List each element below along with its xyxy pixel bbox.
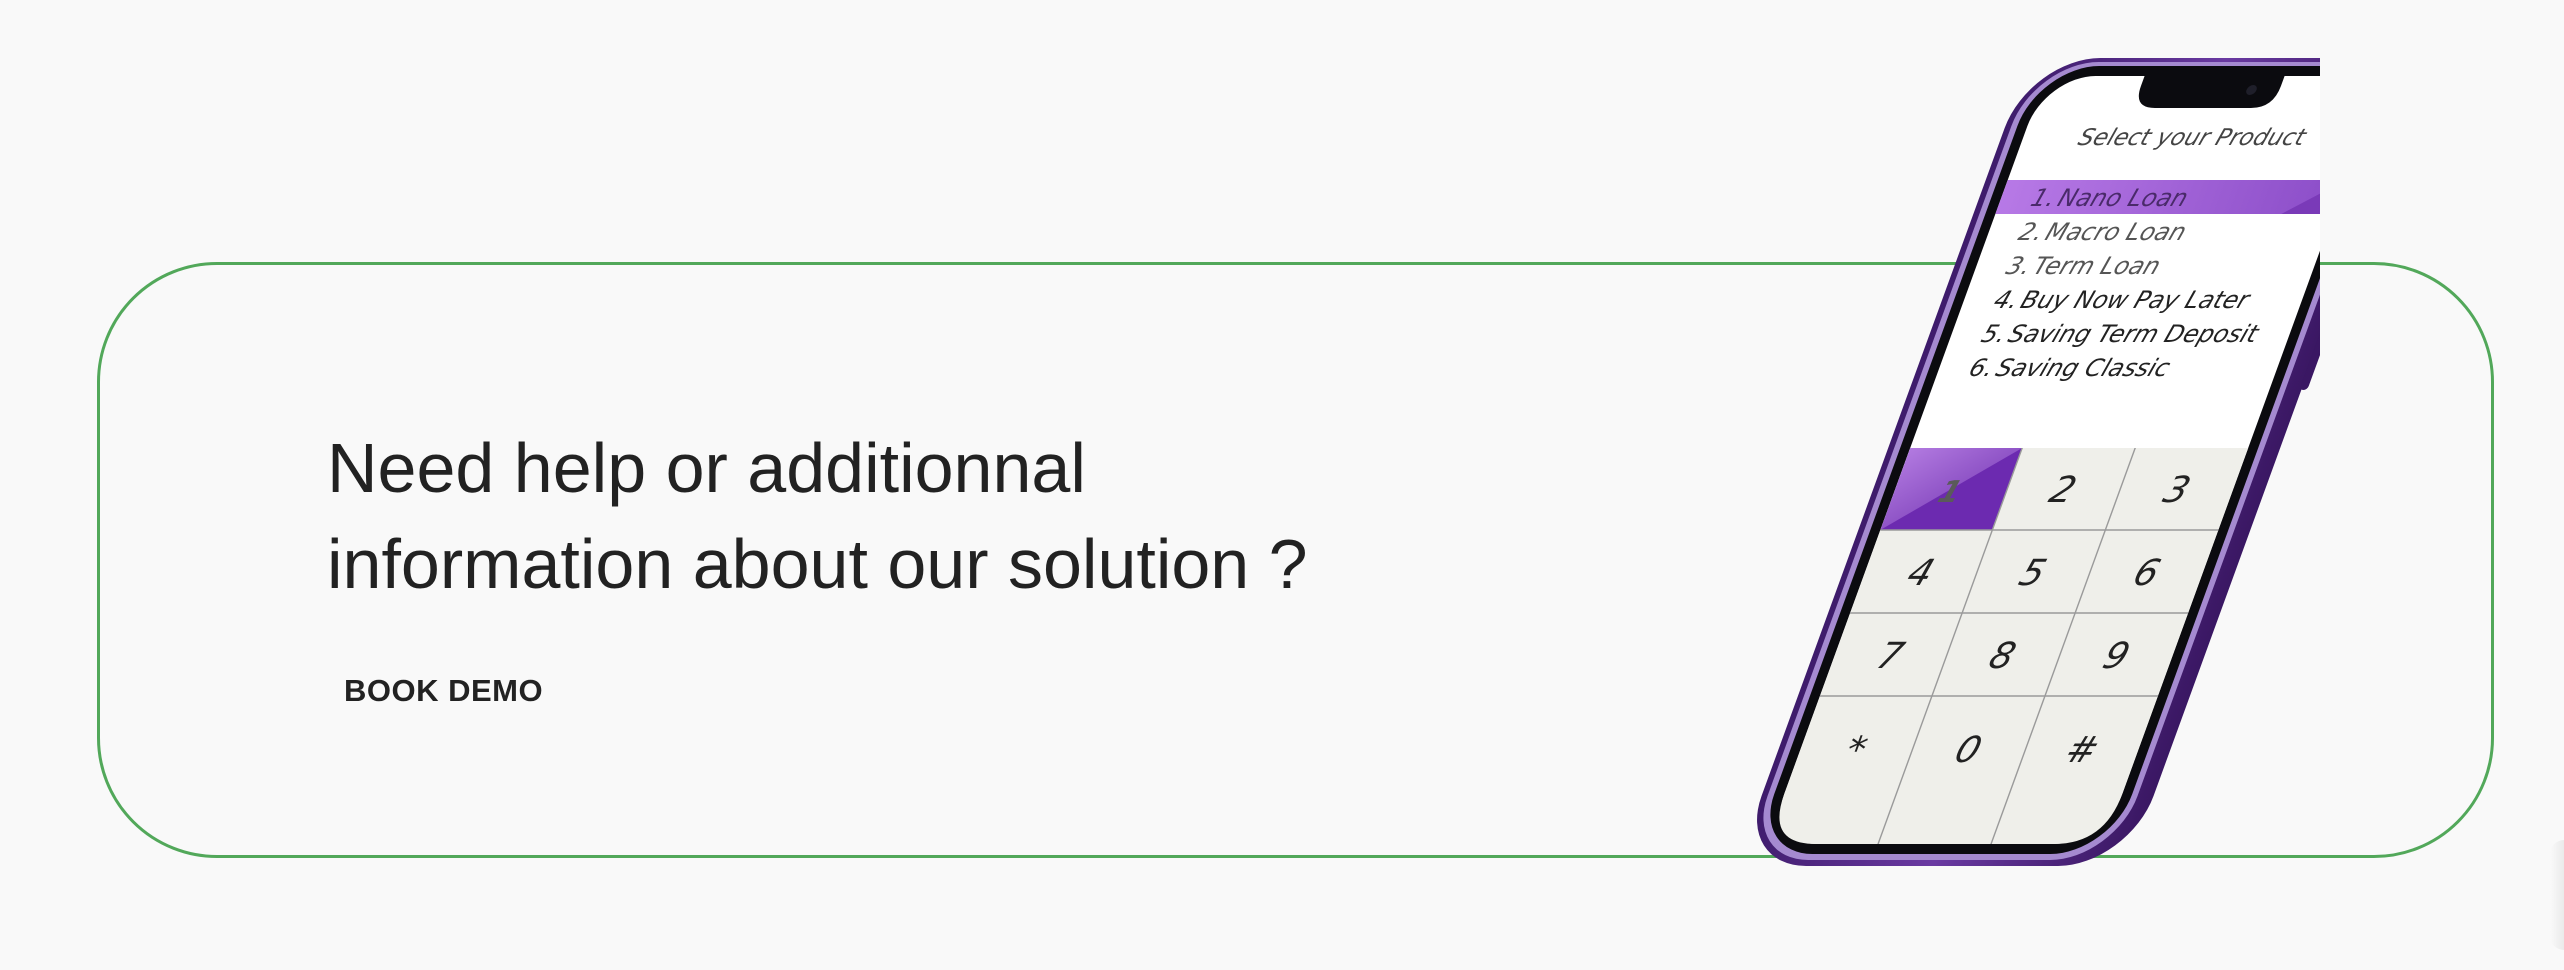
smartphone-icon: Select your Product 1.Nano Loan 2.Macro …	[1757, 58, 2320, 866]
menu-item-saving-classic: 6.Saving Classic	[1965, 354, 2174, 382]
cta-headline: Need help or additionnal information abo…	[327, 420, 1427, 612]
cta-headline-line-2: information about our solution ?	[327, 525, 1308, 603]
phone-screen-title: Select your Product	[2075, 124, 2312, 151]
page-edge-shadow	[2550, 840, 2564, 950]
page: Need help or additionnal information abo…	[0, 0, 2564, 970]
phone-illustration: Select your Product 1.Nano Loan 2.Macro …	[1720, 50, 2320, 880]
menu-item-bnpl: 4.Buy Now Pay Later	[1990, 286, 2255, 314]
cta-headline-line-1: Need help or additionnal	[327, 429, 1086, 507]
menu-item-saving-term-deposit: 5.Saving Term Deposit	[1978, 320, 2264, 348]
menu-item-term-loan: 3.Term Loan	[2002, 252, 2164, 280]
book-demo-button[interactable]: BOOK DEMO	[330, 665, 557, 717]
